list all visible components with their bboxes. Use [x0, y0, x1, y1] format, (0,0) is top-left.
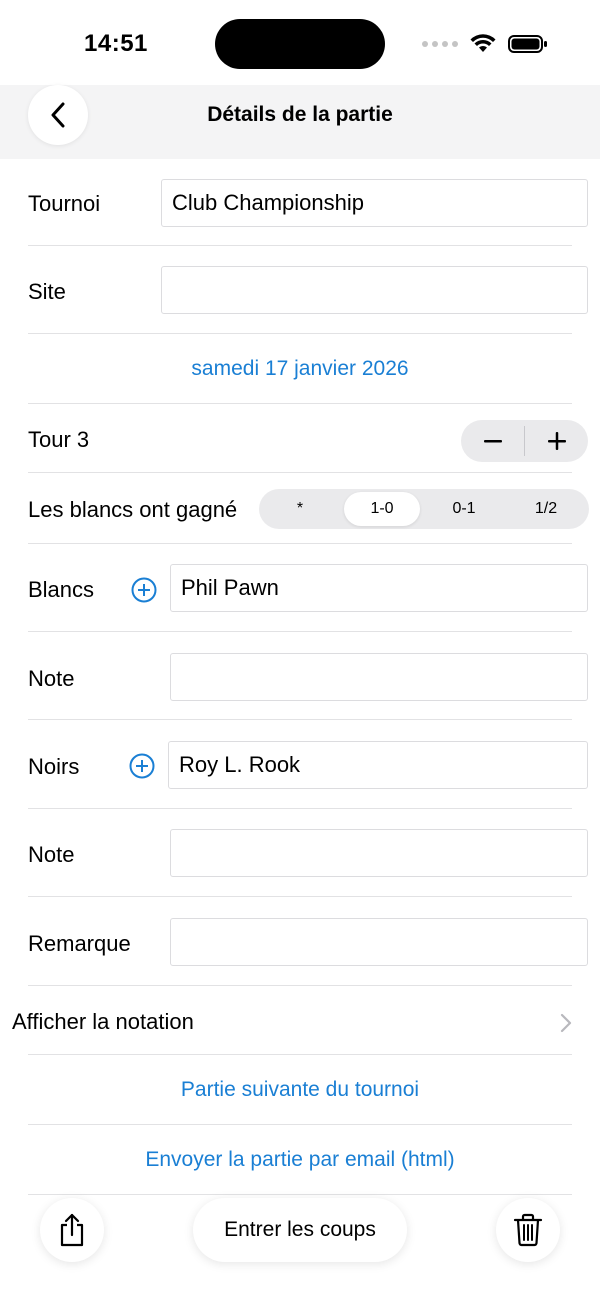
wifi-icon	[470, 34, 496, 52]
white-rating-input[interactable]	[170, 653, 588, 701]
black-player-input[interactable]: Roy L. Rook	[168, 741, 588, 789]
battery-icon	[508, 35, 547, 53]
black-rating-label: Note	[28, 842, 75, 867]
black-rating-row: Note	[28, 809, 588, 897]
black-label: Noirs	[28, 754, 80, 779]
next-game-button[interactable]: Partie suivante du tournoi	[28, 1078, 572, 1102]
dynamic-island	[215, 19, 385, 69]
remark-row: Remarque	[28, 897, 588, 986]
delete-button[interactable]	[496, 1198, 560, 1262]
add-black-player-icon[interactable]	[129, 753, 155, 779]
site-row: Site	[28, 246, 588, 334]
enter-moves-button[interactable]: Entrer les coups	[193, 1198, 407, 1262]
black-player-row: Noirs Roy L. Rook	[28, 720, 588, 809]
tournament-label: Tournoi	[28, 191, 101, 216]
white-player-row: Blancs Phil Pawn	[28, 544, 588, 632]
navigation-bar: Détails de la partie	[0, 85, 600, 159]
white-rating-row: Note	[28, 632, 588, 720]
round-stepper	[461, 420, 588, 462]
black-rating-input[interactable]	[170, 829, 588, 877]
share-icon	[60, 1213, 84, 1247]
tournament-row: Tournoi Club Championship	[28, 159, 588, 246]
page-title: Détails de la partie	[207, 103, 393, 126]
plus-icon	[547, 432, 566, 450]
round-row: Tour 3	[28, 404, 588, 473]
add-white-player-icon[interactable]	[131, 577, 157, 603]
chevron-right-icon	[560, 1013, 572, 1033]
result-option-ongoing[interactable]: *	[263, 492, 337, 526]
result-option-black-wins[interactable]: 0-1	[427, 492, 501, 526]
show-notation-row[interactable]: Afficher la notation	[12, 986, 572, 1055]
tournament-input[interactable]: Club Championship	[161, 179, 588, 227]
signal-dots-icon	[422, 41, 458, 47]
date-picker-button[interactable]: samedi 17 janvier 2026	[28, 357, 572, 381]
result-option-draw[interactable]: 1/2	[509, 492, 583, 526]
next-game-row: Partie suivante du tournoi	[28, 1055, 572, 1125]
result-row: Les blancs ont gagné * 1-0 0-1 1/2	[28, 473, 589, 544]
date-row: samedi 17 janvier 2026	[28, 334, 572, 404]
bottom-toolbar: Entrer les coups	[0, 1196, 600, 1300]
result-label: Les blancs ont gagné	[28, 497, 238, 522]
remark-label: Remarque	[28, 931, 131, 956]
result-option-white-wins[interactable]: 1-0	[344, 492, 420, 526]
email-game-row: Envoyer la partie par email (html)	[28, 1125, 572, 1195]
site-label: Site	[28, 279, 66, 304]
share-button[interactable]	[40, 1198, 104, 1262]
minus-icon	[483, 440, 502, 443]
increment-button[interactable]	[525, 420, 588, 462]
result-segmented-control: * 1-0 0-1 1/2	[259, 489, 589, 529]
email-game-button[interactable]: Envoyer la partie par email (html)	[28, 1148, 572, 1172]
decrement-button[interactable]	[461, 420, 524, 462]
white-label: Blancs	[28, 577, 95, 602]
white-rating-label: Note	[28, 666, 75, 691]
remark-input[interactable]	[170, 918, 588, 966]
site-input[interactable]	[161, 266, 588, 314]
phone-screen: 14:51 Détails de la partie Tournoi Club …	[0, 0, 600, 1300]
show-notation-label: Afficher la notation	[12, 1009, 194, 1034]
status-indicators	[422, 34, 548, 54]
status-time: 14:51	[84, 30, 148, 57]
round-label: Tour 3	[28, 427, 90, 452]
trash-icon	[513, 1213, 543, 1247]
white-player-input[interactable]: Phil Pawn	[170, 564, 588, 612]
